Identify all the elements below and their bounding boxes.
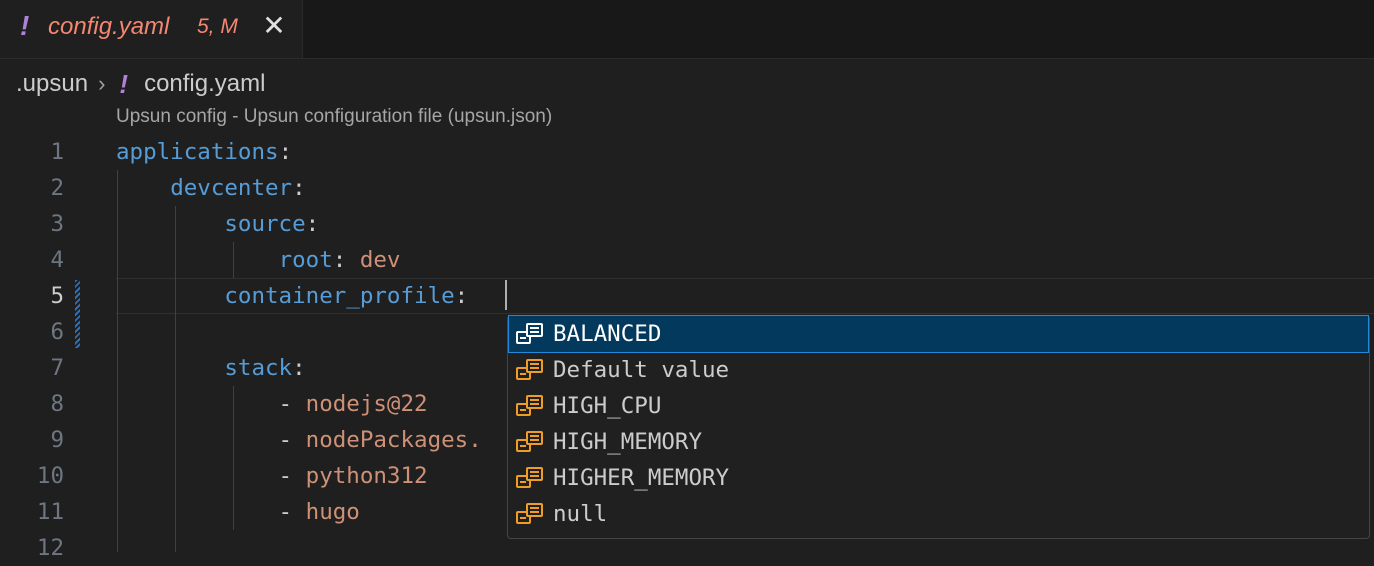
tab-bar: ! config.yaml 5, M ✕ xyxy=(0,0,1374,59)
suggestion-label: HIGH_MEMORY xyxy=(553,429,703,455)
breadcrumb: .upsun › ! config.yaml xyxy=(16,68,265,100)
enum-member-icon xyxy=(516,467,543,488)
line-content: - nodePackages. xyxy=(116,427,482,453)
suggestion-label: BALANCED xyxy=(553,321,662,347)
code-line: 1 applications: xyxy=(0,134,1374,170)
line-number: 6 xyxy=(50,319,64,345)
tab-label: config.yaml xyxy=(48,13,170,40)
line-number: 4 xyxy=(50,247,64,273)
line-number: 1 xyxy=(50,139,64,165)
suggestion-item[interactable]: BALANCED xyxy=(508,315,1369,353)
suggestion-label: Default value xyxy=(553,357,730,383)
line-number: 2 xyxy=(50,175,64,201)
enum-member-icon xyxy=(516,395,543,416)
line-number: 11 xyxy=(36,499,64,525)
suggestion-item[interactable]: null xyxy=(509,496,1368,532)
enum-member-icon xyxy=(516,503,543,524)
close-icon[interactable]: ✕ xyxy=(262,12,286,40)
line-number: 7 xyxy=(50,355,64,381)
line-content: container_profile: xyxy=(224,283,482,309)
line-content: - nodejs@22 xyxy=(116,391,428,417)
enum-member-icon xyxy=(516,359,543,380)
line-content: stack: xyxy=(224,355,306,381)
suggestion-item[interactable]: HIGH_MEMORY xyxy=(509,424,1368,460)
line-number: 8 xyxy=(50,391,64,417)
chevron-right-icon: › xyxy=(98,71,106,96)
suggestion-item[interactable]: HIGHER_MEMORY xyxy=(509,460,1368,496)
tab-status: 5, M xyxy=(197,15,238,38)
line-content: - python312 xyxy=(116,463,428,489)
code-line-active: 5 container_profile: xyxy=(0,278,1374,314)
breadcrumb-folder[interactable]: .upsun xyxy=(16,70,88,98)
warning-icon: ! xyxy=(119,68,129,99)
line-number: 9 xyxy=(50,427,64,453)
suggestion-label: null xyxy=(553,501,608,527)
tab-config-yaml[interactable]: ! config.yaml 5, M ✕ xyxy=(0,0,303,58)
line-number: 5 xyxy=(50,283,64,309)
enum-member-icon xyxy=(516,323,543,344)
line-content: devcenter: xyxy=(170,175,306,201)
code-line: 3 source: xyxy=(0,206,1374,242)
enum-member-icon xyxy=(516,431,543,452)
line-content: source: xyxy=(224,211,320,237)
autocomplete-widget[interactable]: BALANCED Default value HIGH_CPU HIGH_MEM… xyxy=(507,315,1370,539)
warning-icon: ! xyxy=(20,10,30,41)
code-line: 4 root: dev xyxy=(0,242,1374,278)
suggestion-item[interactable]: HIGH_CPU xyxy=(509,388,1368,424)
suggestion-item[interactable]: Default value xyxy=(509,352,1368,388)
line-number: 10 xyxy=(36,463,64,489)
schema-codelens[interactable]: Upsun config - Upsun configuration file … xyxy=(116,106,552,128)
text-cursor xyxy=(505,280,507,310)
line-content: applications: xyxy=(116,139,293,165)
line-content: root: dev xyxy=(278,247,401,273)
breadcrumb-file[interactable]: config.yaml xyxy=(144,70,265,98)
line-number: 12 xyxy=(36,535,64,561)
line-number: 3 xyxy=(50,211,64,237)
code-line: 2 devcenter: xyxy=(0,170,1374,206)
suggestion-label: HIGH_CPU xyxy=(553,393,662,419)
suggestion-label: HIGHER_MEMORY xyxy=(553,465,730,491)
line-content: - hugo xyxy=(116,499,360,525)
